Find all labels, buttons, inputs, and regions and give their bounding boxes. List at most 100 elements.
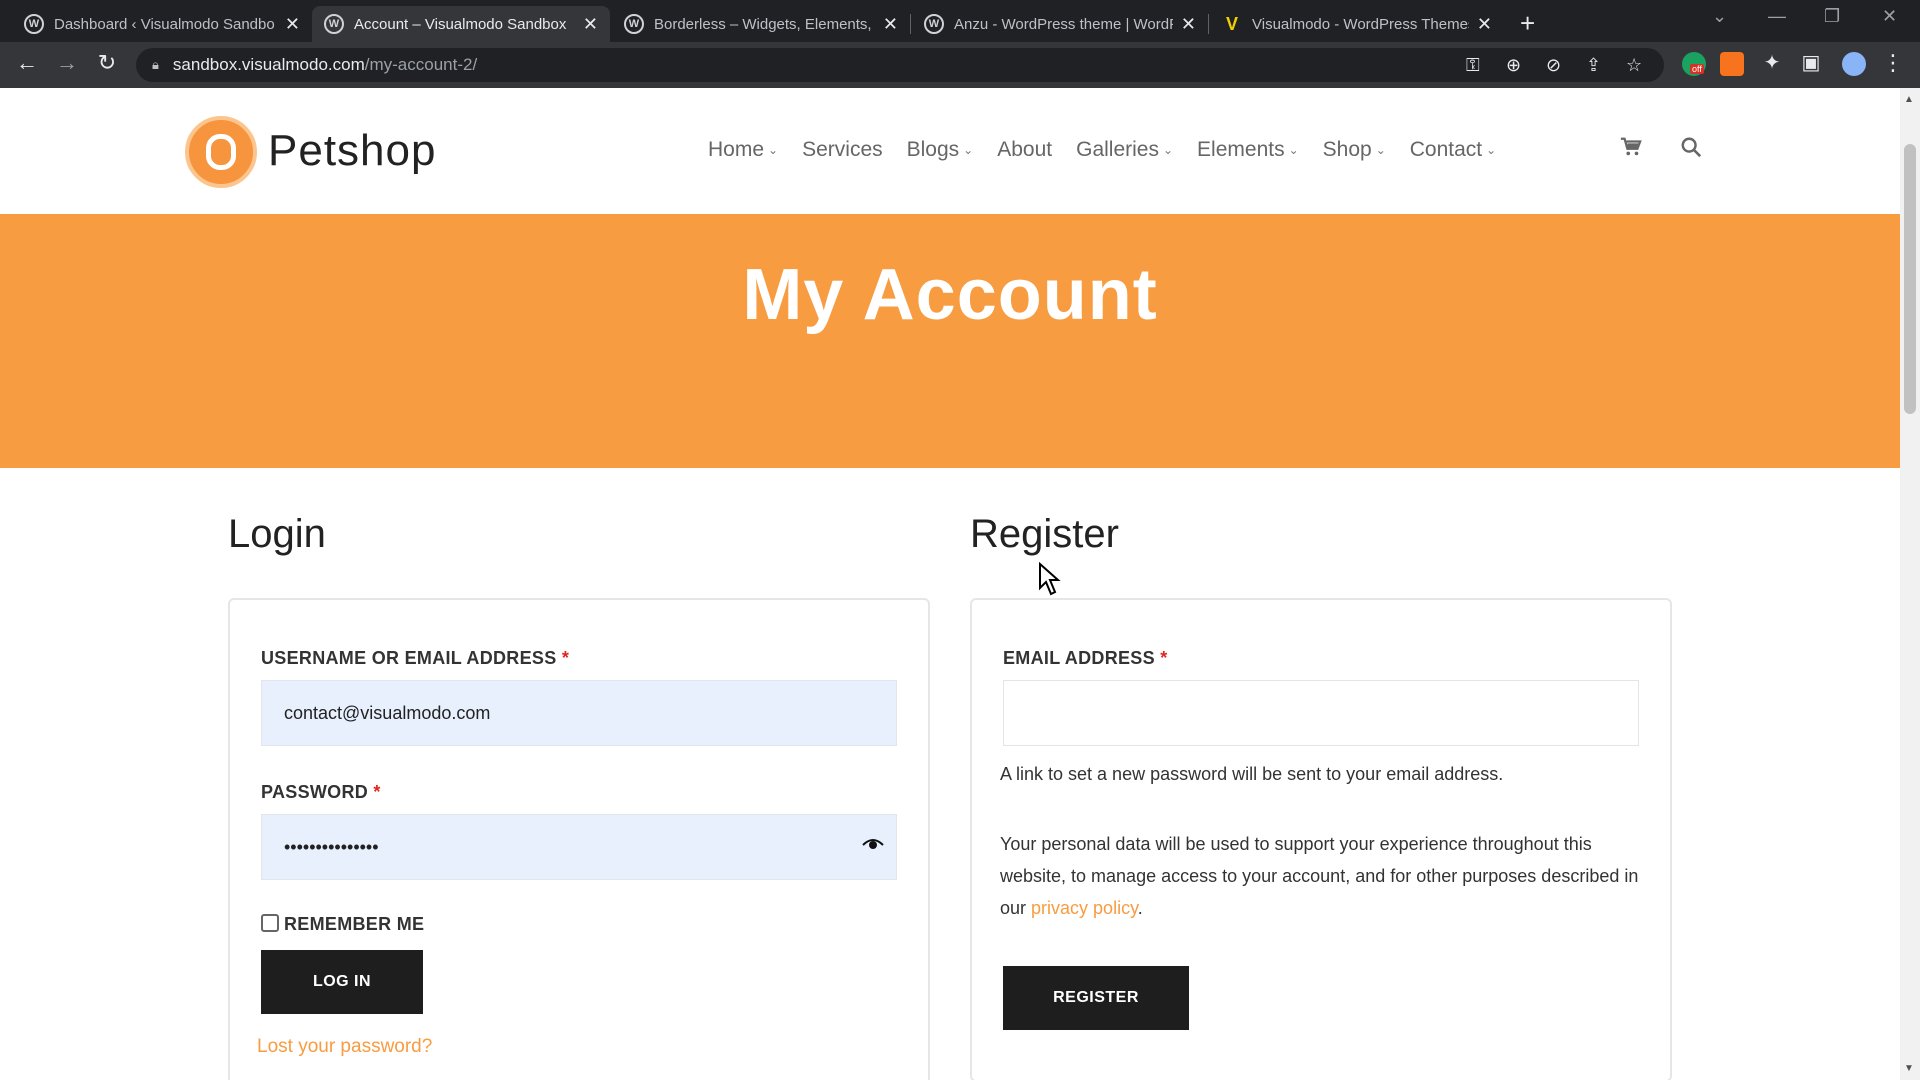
tab-title: Account – Visualmodo Sandbox bbox=[354, 15, 567, 33]
tab-account[interactable]: W Account – Visualmodo Sandbox ✕ bbox=[312, 6, 610, 42]
cart-icon[interactable] bbox=[1620, 136, 1642, 164]
tab-title: Borderless – Widgets, Elements, T bbox=[654, 15, 875, 33]
close-window-icon[interactable]: ✕ bbox=[1882, 6, 1897, 27]
login-heading: Login bbox=[228, 512, 326, 556]
chevron-down-icon: ⌄ bbox=[1288, 143, 1299, 157]
close-tab-icon[interactable]: ✕ bbox=[883, 14, 898, 35]
new-tab-button[interactable]: + bbox=[1520, 8, 1535, 39]
tab-anzu[interactable]: W Anzu - WordPress theme | WordP ✕ bbox=[912, 6, 1208, 42]
key-icon[interactable]: ⚿ bbox=[1466, 55, 1480, 76]
password-link-note: A link to set a new password will be sen… bbox=[1000, 764, 1504, 784]
nav-label: Shop bbox=[1322, 138, 1372, 161]
main-nav: Home ⌄ Services Blogs ⌄ About Galleries ⌄ E… bbox=[708, 138, 1496, 162]
tab-separator bbox=[910, 14, 911, 34]
chevron-down-icon: ⌄ bbox=[1375, 143, 1386, 157]
tab-separator bbox=[1208, 14, 1209, 34]
nav-item-shop[interactable]: Shop ⌄ bbox=[1323, 138, 1386, 162]
lost-password-link[interactable]: Lost your password? bbox=[257, 1036, 432, 1058]
menu-kebab-icon[interactable]: ⋮ bbox=[1878, 50, 1908, 76]
page-title: My Account bbox=[742, 255, 1158, 335]
nav-item-contact[interactable]: Contact ⌄ bbox=[1410, 138, 1496, 162]
wordpress-icon: W bbox=[924, 14, 944, 34]
browser-tab-bar: W Dashboard ‹ Visualmodo Sandbo ✕ W Acco… bbox=[0, 0, 1920, 42]
username-input[interactable]: contact@visualmodo.com bbox=[261, 680, 897, 746]
tab-visualmodo[interactable]: V Visualmodo - WordPress Themes ✕ bbox=[1210, 6, 1504, 42]
required-mark: * bbox=[1160, 648, 1168, 668]
nav-item-elements[interactable]: Elements ⌄ bbox=[1197, 138, 1299, 162]
scrollbar-thumb[interactable] bbox=[1904, 144, 1916, 414]
zoom-icon[interactable]: ⊕ bbox=[1506, 55, 1521, 76]
chevron-down-icon: ⌄ bbox=[1162, 143, 1174, 157]
password-input[interactable]: ••••••••••••••• bbox=[261, 814, 897, 880]
chevron-down-icon: ⌄ bbox=[963, 143, 974, 157]
tab-search-icon[interactable]: ⌄ bbox=[1712, 6, 1727, 27]
lock-icon[interactable]: 🔒︎ bbox=[152, 57, 159, 73]
restore-icon[interactable]: ❐ bbox=[1824, 6, 1840, 27]
search-icon[interactable] bbox=[1680, 136, 1702, 164]
chevron-down-icon: ⌄ bbox=[1486, 143, 1497, 157]
password-value: ••••••••••••••• bbox=[284, 836, 379, 857]
chevron-down-icon: ⌄ bbox=[768, 143, 779, 157]
nav-label: Galleries bbox=[1076, 138, 1159, 161]
minimize-icon[interactable]: — bbox=[1768, 6, 1786, 27]
close-tab-icon[interactable]: ✕ bbox=[1477, 14, 1492, 35]
side-panel-icon[interactable]: ▣ bbox=[1796, 50, 1826, 75]
browser-toolbar: ← → ↻ 🔒︎ sandbox.visualmodo.com/my-accou… bbox=[0, 42, 1920, 88]
nav-item-blogs[interactable]: Blogs ⌄ bbox=[907, 138, 974, 162]
scroll-down-icon[interactable]: ▼ bbox=[1904, 1063, 1914, 1074]
mouse-cursor-icon bbox=[1039, 562, 1061, 596]
extension-badge: off bbox=[1690, 64, 1704, 74]
register-button[interactable]: REGISTER bbox=[1003, 966, 1189, 1030]
reload-icon[interactable]: ↻ bbox=[92, 50, 122, 76]
nav-label: Contact bbox=[1409, 138, 1483, 161]
wordpress-icon: W bbox=[324, 14, 344, 34]
extension-icon[interactable] bbox=[1720, 52, 1744, 76]
close-tab-icon[interactable]: ✕ bbox=[285, 14, 300, 35]
nav-label: Home bbox=[708, 138, 765, 161]
petshop-logo-icon[interactable] bbox=[185, 116, 257, 188]
back-icon[interactable]: ← bbox=[12, 50, 42, 76]
nav-item-services[interactable]: Services bbox=[802, 138, 883, 162]
tab-borderless[interactable]: W Borderless – Widgets, Elements, T ✕ bbox=[612, 6, 910, 42]
puzzle-icon[interactable]: ✦ bbox=[1757, 50, 1787, 75]
eye-off-icon[interactable]: ⊘ bbox=[1546, 55, 1561, 76]
nav-item-about[interactable]: About bbox=[997, 138, 1052, 162]
nav-label: Blogs bbox=[906, 138, 960, 161]
wordpress-icon: W bbox=[24, 14, 44, 34]
required-mark: * bbox=[561, 648, 570, 668]
privacy-notice: Your personal data will be used to suppo… bbox=[1000, 828, 1650, 924]
label-text: EMAIL ADDRESS bbox=[1003, 648, 1155, 668]
label-text: USERNAME OR EMAIL ADDRESS bbox=[261, 648, 557, 668]
forward-icon[interactable]: → bbox=[52, 50, 82, 76]
tab-dashboard[interactable]: W Dashboard ‹ Visualmodo Sandbo ✕ bbox=[12, 6, 312, 42]
close-tab-icon[interactable]: ✕ bbox=[1181, 14, 1196, 35]
email-label: EMAIL ADDRESS * bbox=[1003, 648, 1168, 669]
label-text: PASSWORD bbox=[261, 782, 369, 802]
page-scrollbar[interactable]: ▲ ▼ bbox=[1900, 88, 1920, 1080]
username-value: contact@visualmodo.com bbox=[284, 702, 491, 723]
site-header: Petshop Home ⌄ Services Blogs ⌄ About Gall… bbox=[0, 88, 1900, 214]
tab-title: Visualmodo - WordPress Themes bbox=[1252, 15, 1469, 33]
required-mark: * bbox=[373, 782, 381, 802]
nav-label: Elements bbox=[1197, 138, 1285, 161]
register-email-input[interactable] bbox=[1003, 680, 1639, 746]
address-bar[interactable]: 🔒︎ sandbox.visualmodo.com/my-account-2/ … bbox=[136, 48, 1664, 82]
tab-title: Dashboard ‹ Visualmodo Sandbo bbox=[54, 15, 275, 33]
page-hero-banner: My Account bbox=[0, 214, 1900, 468]
show-password-eye-icon[interactable] bbox=[862, 831, 884, 857]
remember-me-checkbox[interactable] bbox=[261, 914, 279, 932]
profile-avatar[interactable] bbox=[1842, 52, 1866, 76]
scroll-up-icon[interactable]: ▲ bbox=[1904, 94, 1914, 105]
grammarly-extension-icon[interactable]: off bbox=[1682, 52, 1706, 76]
bookmark-star-icon[interactable]: ☆ bbox=[1626, 55, 1642, 76]
privacy-text-end: . bbox=[1137, 898, 1143, 918]
remember-me-label[interactable]: REMEMBER ME bbox=[284, 914, 424, 935]
nav-item-galleries[interactable]: Galleries ⌄ bbox=[1076, 138, 1173, 162]
username-label: USERNAME OR EMAIL ADDRESS * bbox=[261, 648, 569, 669]
privacy-policy-link[interactable]: privacy policy bbox=[1031, 898, 1138, 918]
share-icon[interactable]: ⇪ bbox=[1586, 55, 1601, 76]
close-tab-icon[interactable]: ✕ bbox=[583, 14, 598, 35]
log-in-button[interactable]: LOG IN bbox=[261, 950, 423, 1014]
site-logo-text[interactable]: Petshop bbox=[268, 126, 436, 176]
nav-item-home[interactable]: Home ⌄ bbox=[708, 138, 778, 162]
